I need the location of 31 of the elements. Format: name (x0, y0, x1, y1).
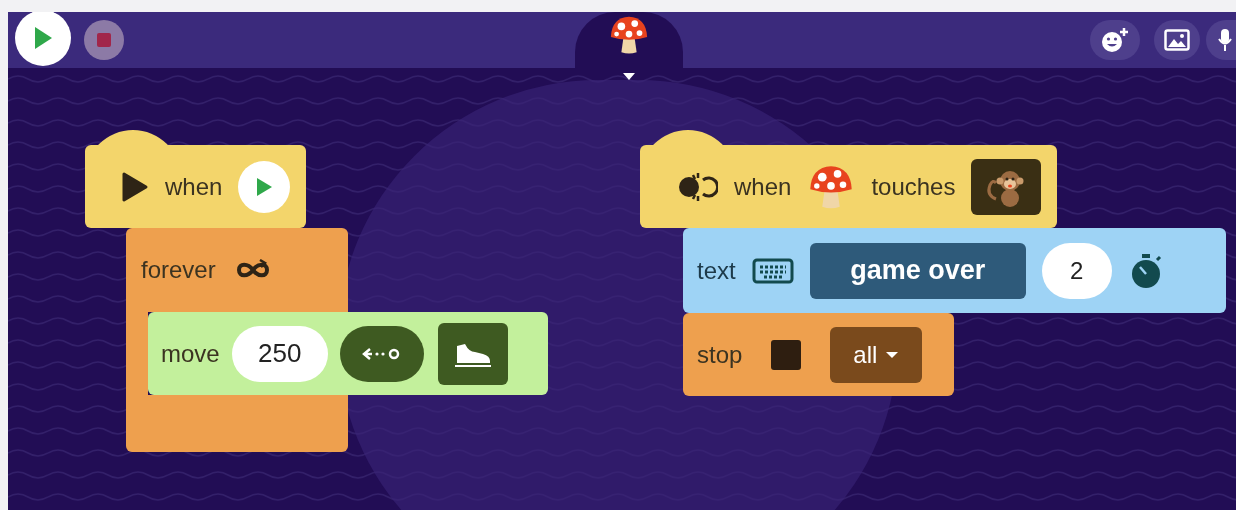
text-input[interactable]: game over (809, 242, 1026, 299)
number-input[interactable]: 250 (231, 325, 328, 382)
play-icon (255, 176, 274, 197)
run-button[interactable] (15, 12, 71, 66)
block-label: when (165, 171, 223, 202)
backdrop-button[interactable] (1154, 20, 1200, 60)
stop-dropdown[interactable]: all (830, 326, 923, 383)
number-input[interactable]: 2 (1041, 242, 1112, 299)
sprite-tab[interactable] (575, 12, 683, 68)
block-label: move (161, 338, 220, 369)
arrow-left-icon (361, 346, 402, 361)
play-icon (33, 26, 53, 50)
add-face-icon (1101, 27, 1129, 53)
block-label: forever (141, 255, 216, 285)
block-label: text (697, 255, 736, 286)
mushroom-icon (608, 14, 650, 56)
block-label: when (734, 171, 792, 202)
speed-button[interactable] (437, 322, 508, 385)
block-label: touches (871, 171, 956, 202)
play-icon (121, 170, 149, 203)
stop-icon (770, 338, 803, 371)
stop-icon (97, 33, 111, 47)
stop-button[interactable] (84, 20, 124, 60)
caret-icon (885, 350, 900, 359)
record-button[interactable] (1206, 20, 1236, 60)
keyboard-icon (751, 257, 794, 284)
sprite-picker-button[interactable] (971, 158, 1042, 215)
image-icon (1164, 29, 1190, 51)
block-label: stop (697, 339, 743, 370)
microphone-icon (1218, 28, 1232, 52)
add-sprite-button[interactable] (1090, 20, 1140, 60)
